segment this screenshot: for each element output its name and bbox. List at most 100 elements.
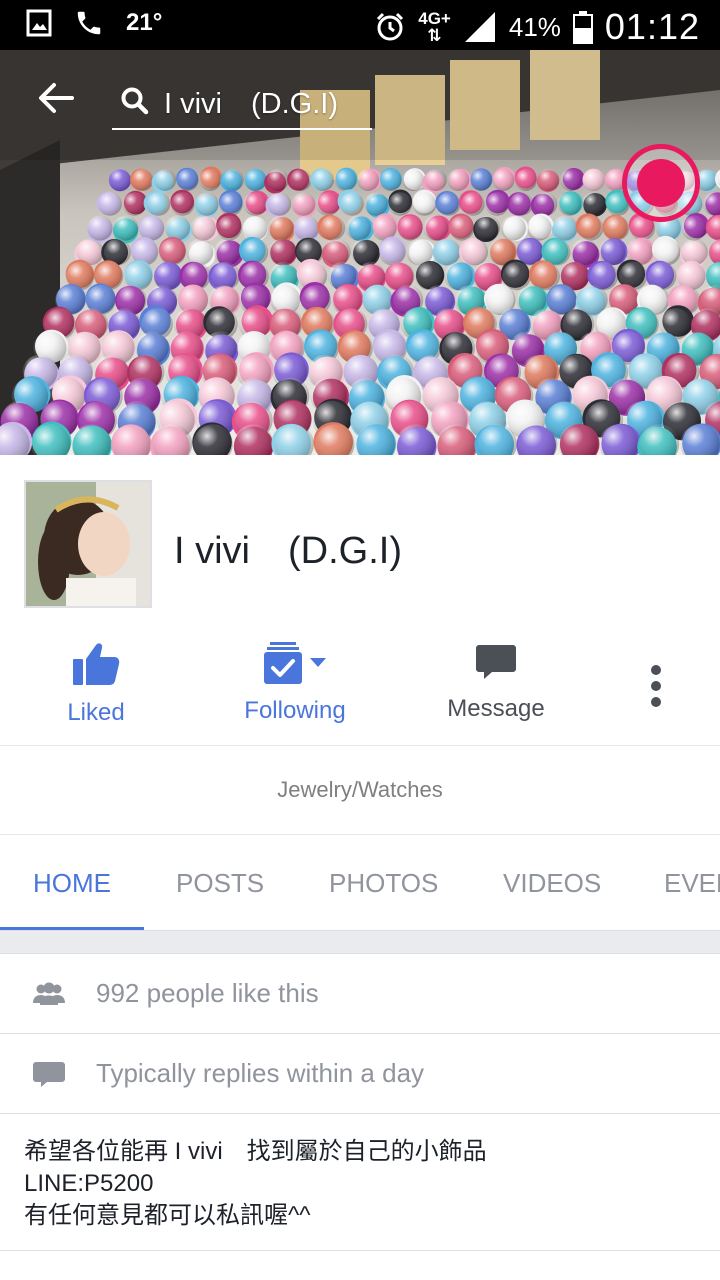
bead-highlight <box>98 192 122 216</box>
temperature: 21° <box>126 9 163 36</box>
bead-highlight <box>268 215 294 241</box>
bead-highlight <box>552 215 578 241</box>
bead-highlight <box>433 238 461 266</box>
bead-highlight <box>199 169 222 191</box>
cover-photo[interactable]: I vivi (D.G.I) <box>0 50 720 455</box>
following-icon-group <box>264 641 326 685</box>
bead-highlight <box>345 215 371 241</box>
bead-highlight <box>268 238 296 266</box>
bead-highlight <box>267 192 292 216</box>
bead-highlight <box>379 169 402 191</box>
caret-down-icon <box>310 658 326 667</box>
network-label: 4G+ <box>418 9 451 28</box>
alarm-icon <box>377 12 404 41</box>
battery-icon <box>572 11 593 44</box>
bead-highlight <box>388 192 413 216</box>
following-button[interactable]: Following <box>230 641 360 745</box>
bead-highlight <box>526 215 552 241</box>
tab-videos[interactable]: VIDEOS <box>503 835 601 930</box>
bead-highlight <box>139 215 165 241</box>
bead-highlight <box>340 192 364 216</box>
bead-highlight <box>186 238 214 266</box>
bead-highlight <box>560 169 582 191</box>
tab-home[interactable]: HOME <box>33 835 111 930</box>
bead-highlight <box>291 192 316 216</box>
bead-highlight <box>604 215 630 241</box>
profile-picture[interactable] <box>24 480 152 608</box>
bead-highlight <box>87 215 113 241</box>
call-icon <box>77 11 101 35</box>
action-bar: Liked Following Message <box>0 625 720 745</box>
bead-highlight <box>194 192 219 216</box>
tab-photos[interactable]: PHOTOS <box>329 835 438 930</box>
about-card: 992 people like this Typically replies w… <box>0 953 720 1253</box>
bead-highlight <box>294 215 320 241</box>
bead-highlight <box>412 192 437 216</box>
bead-highlight <box>323 238 351 266</box>
bead-highlight <box>221 169 244 191</box>
bead-highlight <box>219 192 243 216</box>
likes-row[interactable]: 992 people like this <box>0 954 720 1034</box>
back-arrow-icon[interactable] <box>34 76 78 120</box>
chat-icon <box>33 1061 65 1087</box>
network-activity: ⇅ <box>427 26 442 45</box>
bead-highlight <box>578 215 604 241</box>
bead-highlight <box>461 238 488 266</box>
record-button[interactable] <box>622 144 700 222</box>
bead-highlight <box>447 169 470 191</box>
bead-highlight <box>582 169 605 191</box>
bead-highlight <box>109 169 131 191</box>
bead-highlight <box>485 192 509 216</box>
tab-posts[interactable]: POSTS <box>176 835 264 930</box>
page-title: I vivi (D.G.I) <box>174 530 402 572</box>
bead-highlight <box>334 169 357 191</box>
more-vertical-icon <box>651 665 661 707</box>
bead-highlight <box>681 215 707 241</box>
bead-highlight <box>582 192 606 216</box>
bead-highlight <box>154 169 177 191</box>
about-text: 希望各位能再 I vivi 找到屬於自己的小飾品 LINE:P5200 有任何意… <box>24 1136 704 1232</box>
bead-highlight <box>461 192 485 216</box>
bead-highlight <box>571 238 598 266</box>
bead-highlight <box>122 192 146 216</box>
message-bubble-icon <box>476 645 516 679</box>
bead-highlight <box>492 169 515 191</box>
bead-highlight <box>469 169 492 191</box>
signal-icon <box>464 12 495 42</box>
status-right: 4G+ ⇅ 41% 01:12 <box>374 6 700 48</box>
bead-highlight <box>243 192 267 216</box>
status-left: 21° <box>26 8 162 38</box>
bead-highlight <box>176 169 199 191</box>
bead-highlight <box>357 169 380 191</box>
bead-highlight <box>533 192 558 216</box>
bead-highlight <box>244 169 267 191</box>
more-options-button[interactable] <box>626 641 686 745</box>
tab-events[interactable]: EVENTS <box>664 835 720 930</box>
people-icon <box>33 982 65 1005</box>
following-check-icon <box>264 642 302 684</box>
bead-highlight <box>159 238 186 266</box>
message-button[interactable]: Message <box>436 641 556 745</box>
search-bar[interactable]: I vivi (D.G.I) <box>112 74 372 130</box>
bead-highlight <box>500 215 526 241</box>
profile-photo <box>26 482 150 606</box>
bead-highlight <box>289 169 312 191</box>
bead-highlight <box>315 192 340 216</box>
bead-highlight <box>402 169 425 191</box>
bead-highlight <box>537 169 560 191</box>
bead-highlight <box>266 169 289 191</box>
bead-highlight <box>351 238 379 266</box>
bead-highlight <box>311 169 334 191</box>
gallery-notification-icon <box>26 9 52 37</box>
about-line: LINE:P5200 <box>24 1170 154 1197</box>
bead-highlight <box>436 192 461 216</box>
search-icon <box>121 87 149 115</box>
about-line: 有任何意見都可以私訊喔^^ <box>24 1202 311 1229</box>
bead-highlight <box>557 192 582 216</box>
search-query: I vivi (D.G.I) <box>164 88 338 120</box>
bead-highlight <box>424 169 447 191</box>
bead-highlight <box>509 192 534 216</box>
following-label: Following <box>244 697 346 724</box>
liked-button[interactable]: Liked <box>36 641 156 745</box>
bead-highlight <box>242 215 268 241</box>
